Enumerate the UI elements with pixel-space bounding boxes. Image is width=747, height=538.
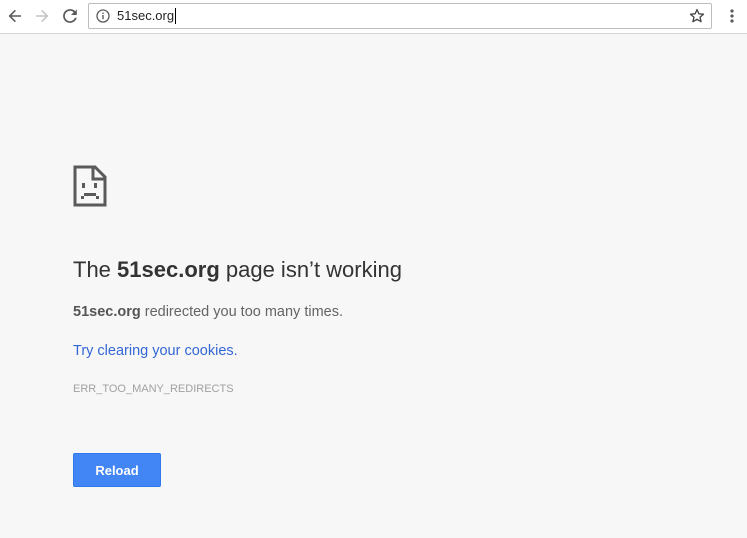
error-code: ERR_TOO_MANY_REDIRECTS [73,383,234,395]
description-domain: 51sec.org [73,304,141,320]
sad-document-icon [73,165,107,207]
text-caret [175,8,177,24]
reload-page-button[interactable]: Reload [73,453,161,487]
error-description: 51sec.org redirected you too many times. [73,303,343,321]
headline-suffix: page isn’t working [219,257,402,282]
headline-domain: 51sec.org [117,257,220,282]
forward-button[interactable] [31,5,53,27]
browser-toolbar: 51sec.org [0,0,747,34]
star-icon[interactable] [689,8,705,24]
headline-prefix: The [73,257,118,282]
arrow-right-icon [36,9,49,23]
info-icon[interactable] [96,9,110,23]
arrow-left-icon [8,9,21,23]
description-text: redirected you too many times. [140,304,344,320]
clear-cookies-link[interactable]: Try clearing your cookies. [73,342,238,360]
reload-icon [63,9,77,23]
address-bar[interactable]: 51sec.org [88,3,712,29]
url-text[interactable]: 51sec.org [117,8,177,24]
reload-button[interactable] [59,5,81,27]
back-button[interactable] [4,5,26,27]
error-headline: The 51sec.org page isn’t working [73,256,402,284]
menu-button[interactable] [724,5,740,27]
kebab-menu-icon [730,9,734,23]
